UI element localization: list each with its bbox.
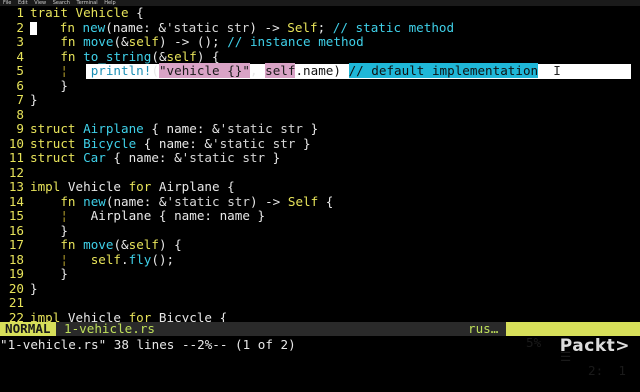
code-editor[interactable]: 1 trait Vehicle { 2 fn new(name: &'static… (0, 5, 640, 325)
file-type: rus… (468, 321, 499, 336)
mode-indicator: NORMAL (0, 322, 56, 336)
code-line: 18 ¦ self.fly(); (0, 251, 640, 268)
line-number: 19 (8, 266, 24, 281)
line-number: 11 (8, 150, 24, 165)
line-number: 13 (8, 179, 24, 194)
code-line: 12 (0, 164, 640, 181)
line-number: 9 (16, 121, 24, 136)
file-name: 1-vehicle.rs (64, 321, 155, 336)
code-line: 13 impl Vehicle for Airplane { (0, 179, 640, 195)
code-line-highlighted: 5 ¦ println!("vehicle {}", self.name) //… (0, 63, 640, 79)
code-line: 9 struct Airplane { name: &'static str } (0, 121, 640, 137)
code-line: 11 struct Car { name: &'static str } (0, 150, 640, 166)
code-line: 7} (0, 92, 640, 108)
code-line: 1 trait Vehicle { (0, 5, 640, 21)
line-number: 3 (16, 34, 24, 49)
line-number: 2 (16, 19, 24, 35)
line-number: 14 (8, 193, 24, 209)
line-number: 16 (8, 222, 24, 238)
line-number: 6 (16, 77, 24, 93)
packt-logo: Packt> (559, 336, 630, 356)
code-line: 3 fn move(&self) -> (); // instance meth… (0, 34, 640, 50)
line-number: 5 (16, 63, 24, 78)
line-number: 15 (8, 208, 24, 223)
code-line: 8 (0, 106, 640, 123)
code-line: 19 } (0, 266, 640, 282)
line-number: 21 (8, 295, 24, 310)
line-number: 8 (16, 106, 24, 122)
code-line: 21 (0, 295, 640, 311)
code-line: 14 fn new(name: &'static str) -> Self { (0, 193, 640, 210)
code-line: 15 ¦ Airplane { name: name } (0, 208, 640, 224)
code-line: 6 } (0, 77, 640, 94)
line-number: 18 (8, 251, 24, 267)
code-line: 20} (0, 280, 640, 297)
line-number: 20 (8, 280, 24, 296)
line-number: 10 (8, 135, 24, 151)
code-line: 4 fn to_string(&self) { (0, 48, 640, 65)
vim-statusline: NORMAL 1-vehicle.rs rus… 5% ☰ 2: 1 (0, 321, 640, 378)
cursor-position: 2: 1 (588, 363, 626, 378)
command-line[interactable]: "1-vehicle.rs" 38 lines --2%-- (1 of 2) (0, 338, 640, 352)
line-number: 7 (16, 92, 24, 107)
text-cursor (30, 21, 37, 35)
code-line: 17 fn move(&self) { (0, 237, 640, 253)
code-line: 16 } (0, 222, 640, 239)
code-line: 2 fn new(name: &'static str) -> Self; //… (0, 19, 640, 36)
line-number: 1 (16, 5, 24, 20)
line-number: 12 (8, 164, 24, 180)
line-number: 4 (16, 48, 24, 64)
line-number: 17 (8, 237, 24, 252)
position-section: 5% ☰ 2: 1 (506, 322, 640, 378)
code-line: 10 struct Bicycle { name: &'static str } (0, 135, 640, 152)
